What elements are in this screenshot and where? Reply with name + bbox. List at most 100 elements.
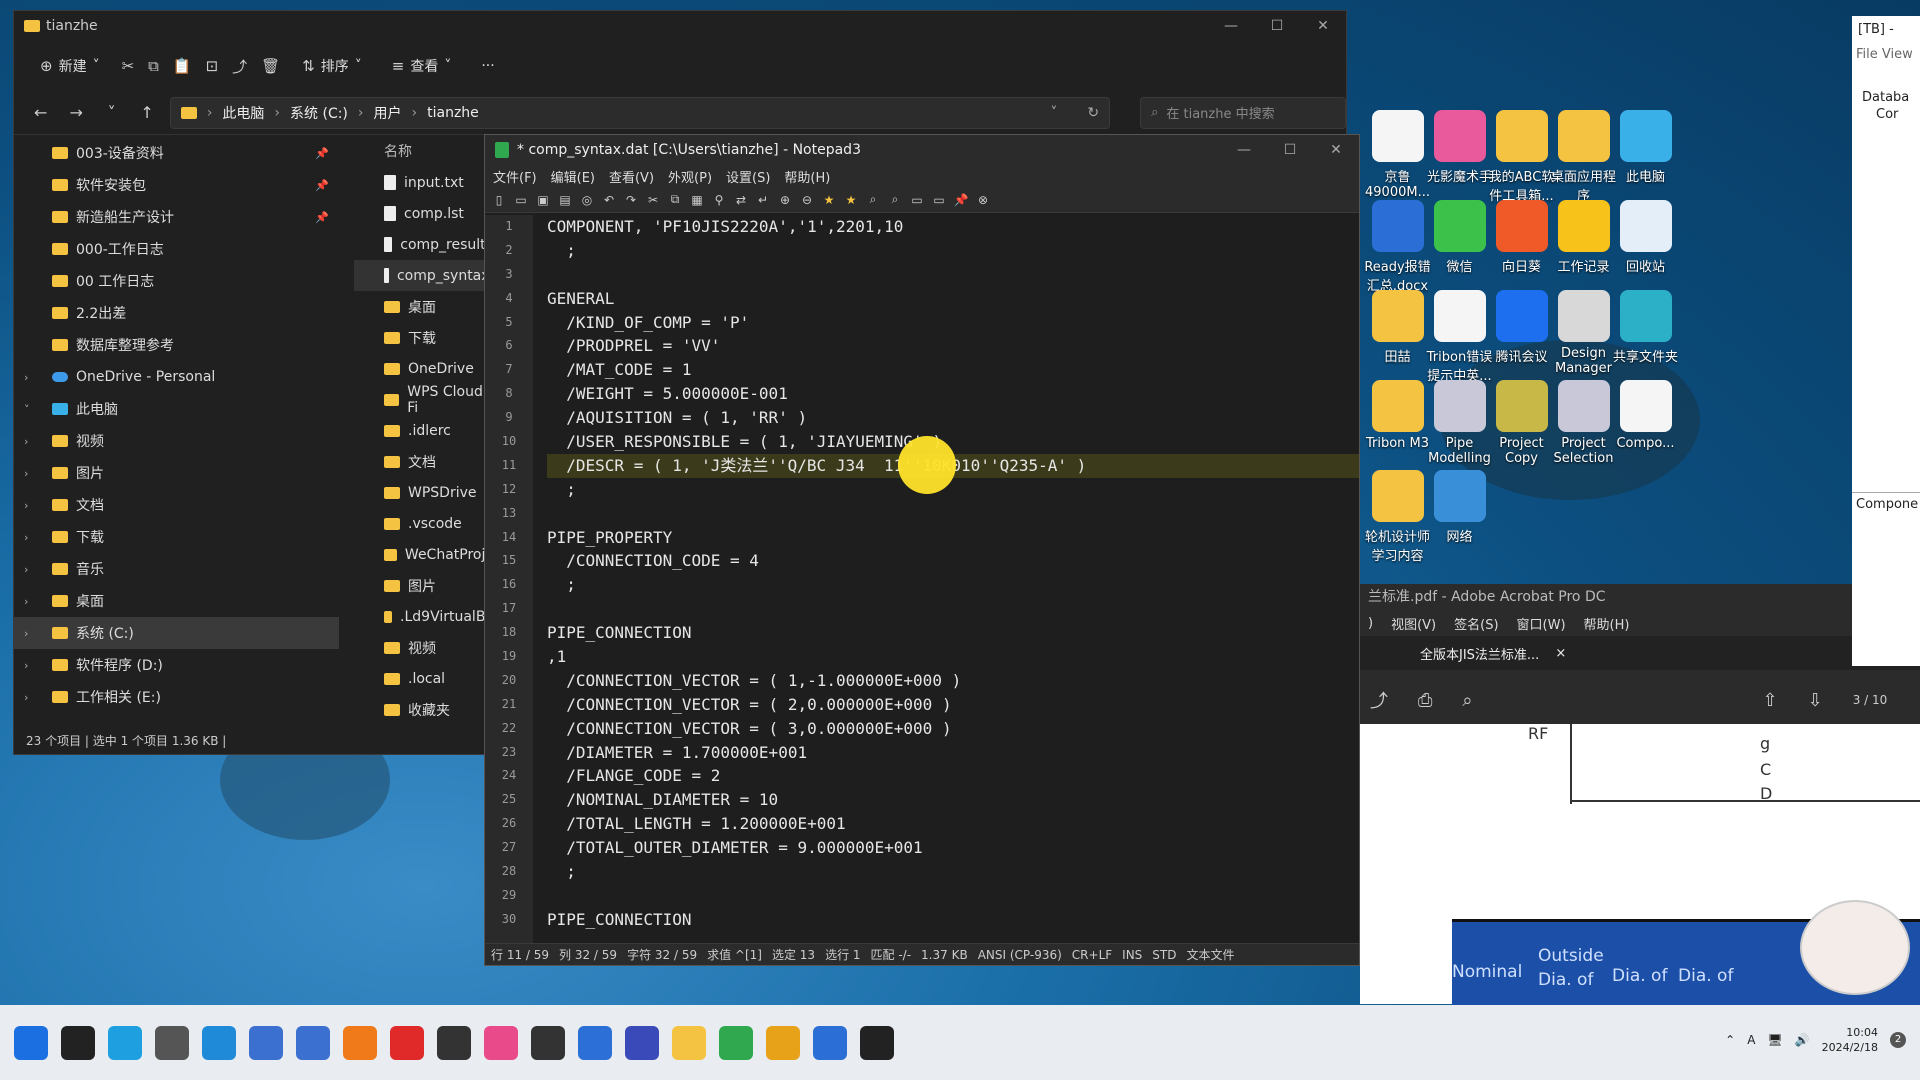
network-icon[interactable]: 🖥 — [1767, 1033, 1782, 1047]
breadcrumb-item[interactable]: 用户 — [374, 103, 402, 123]
refresh-icon[interactable]: ↻ — [1087, 105, 1099, 121]
code-line[interactable]: PIPE_CONNECTION — [547, 908, 1359, 932]
sidebar-item[interactable]: 000-工作日志 — [14, 233, 339, 265]
copy-icon[interactable]: ⧉ — [667, 192, 683, 208]
zoom-in-icon[interactable]: ⊕ — [777, 192, 793, 208]
page-number[interactable]: 3 / 10 — [1853, 693, 1888, 707]
sidebar-item[interactable]: › OneDrive - Personal — [14, 361, 339, 393]
cut-icon[interactable]: ✂ — [645, 192, 661, 208]
code-line[interactable]: /WEIGHT = 5.000000E-001 — [547, 382, 1359, 406]
chevron-right-icon[interactable]: › — [24, 563, 28, 576]
undo-icon[interactable]: ↶ — [601, 192, 617, 208]
maximize-icon[interactable]: ☐ — [1254, 11, 1300, 41]
taskbar-app-icon[interactable] — [719, 1025, 753, 1060]
tribon-tree-item[interactable]: Cor — [1852, 105, 1920, 122]
menu-item[interactable]: 设置(S) — [726, 167, 770, 186]
minimize-icon[interactable]: — — [1221, 135, 1267, 165]
sidebar-item[interactable]: 软件安装包 📌 — [14, 169, 339, 201]
notepad3-window[interactable]: * comp_syntax.dat [C:\Users\tianzhe] - N… — [484, 134, 1360, 966]
minimize-icon[interactable]: — — [1208, 11, 1254, 41]
sidebar-item[interactable]: › 桌面 — [14, 585, 339, 617]
sidebar-item[interactable]: ˅ 此电脑 — [14, 393, 339, 425]
chevron-right-icon[interactable]: › — [24, 531, 28, 544]
list-item[interactable]: 收藏夹 — [354, 694, 494, 725]
code-line[interactable]: /AQUISITION = ( 1, 'RR' ) — [547, 406, 1359, 430]
code-line[interactable]: /TOTAL_LENGTH = 1.200000E+001 — [547, 812, 1359, 836]
menu-item[interactable]: 查看(V) — [609, 167, 654, 186]
list-item[interactable]: WPS Cloud Fi — [354, 384, 494, 416]
menu-item[interactable]: 文件(F) — [493, 167, 537, 186]
code-line[interactable]: /CONNECTION_VECTOR = ( 3,0.000000E+000 ) — [547, 717, 1359, 741]
chevron-right-icon[interactable]: › — [24, 627, 28, 640]
taskbar-app-icon[interactable] — [531, 1025, 565, 1060]
close-icon[interactable]: ⊗ — [975, 192, 991, 208]
code-line[interactable]: PIPE_PROPERTY — [547, 526, 1359, 550]
desktop-icon[interactable]: 此电脑 — [1608, 110, 1683, 185]
taskbar-app-icon[interactable] — [484, 1025, 518, 1060]
list-item[interactable]: .vscode — [354, 508, 494, 539]
sidebar-item[interactable]: 003-设备资料 📌 — [14, 137, 339, 169]
chevron-right-icon[interactable]: › — [24, 595, 28, 608]
cut-icon[interactable]: ✂ — [122, 57, 135, 75]
sidebar-item[interactable]: › 下载 — [14, 521, 339, 553]
column-header-name[interactable]: 名称 — [354, 137, 494, 167]
volume-icon[interactable]: 🔊 — [1795, 1033, 1810, 1047]
ime-indicator[interactable]: A — [1747, 1033, 1755, 1047]
menu-item[interactable]: 帮助(H) — [1584, 614, 1630, 633]
print-icon[interactable]: ⎙ — [1418, 690, 1432, 711]
list-item[interactable]: OneDrive — [354, 353, 494, 384]
desktop-icon[interactable]: 回收站 — [1608, 200, 1683, 275]
code-line[interactable] — [547, 263, 1359, 287]
breadcrumb-item[interactable]: 系统 (C:) — [290, 103, 348, 123]
code-line[interactable]: /PRODPREL = 'VV' — [547, 334, 1359, 358]
chevron-right-icon[interactable]: › — [24, 691, 28, 704]
share-icon[interactable]: ⤴ — [232, 56, 247, 77]
page-up-icon[interactable]: ⇧ — [1763, 690, 1778, 711]
chevron-right-icon[interactable]: › — [24, 659, 28, 672]
list-item[interactable]: 桌面 — [354, 291, 494, 322]
search-icon[interactable]: ⌕ — [865, 192, 881, 208]
star-icon[interactable]: ★ — [821, 192, 837, 208]
rename-icon[interactable]: ⊡ — [206, 57, 219, 75]
taskbar-app-icon[interactable] — [343, 1025, 377, 1060]
star-icon[interactable]: ★ — [843, 192, 859, 208]
code-line[interactable] — [547, 502, 1359, 526]
save-as-icon[interactable]: ▤ — [557, 192, 573, 208]
taskbar-app-icon[interactable] — [155, 1025, 189, 1060]
code-line[interactable]: /CONNECTION_VECTOR = ( 2,0.000000E+000 ) — [547, 693, 1359, 717]
zoom-icon[interactable]: ⌕ — [1462, 690, 1472, 711]
code-line[interactable] — [547, 884, 1359, 908]
menu-item[interactable]: 外观(P) — [668, 167, 712, 186]
breadcrumb-item[interactable]: 此电脑 — [222, 103, 264, 123]
sidebar-item[interactable]: › 系统 (C:) — [14, 617, 339, 649]
code-line[interactable]: /USER_RESPONSIBLE = ( 1, 'JIAYUEMING' ) — [547, 430, 1359, 454]
close-icon[interactable]: ✕ — [1313, 135, 1359, 165]
chevron-up-icon[interactable]: ⌃ — [1725, 1033, 1735, 1047]
taskbar-app-icon[interactable] — [14, 1025, 48, 1060]
code-area[interactable]: COMPONENT, 'PF10JIS2220A','1',2201,10 ; G… — [533, 215, 1359, 943]
menu-item[interactable]: 帮助(H) — [784, 167, 830, 186]
breadcrumb-item[interactable]: tianzhe — [427, 105, 479, 121]
taskbar-app-icon[interactable] — [813, 1025, 847, 1060]
sidebar-item[interactable]: 00 工作日志 — [14, 265, 339, 297]
window-icon[interactable]: ▭ — [931, 192, 947, 208]
sidebar-item[interactable]: › 音乐 — [14, 553, 339, 585]
code-line[interactable]: /MAT_CODE = 1 — [547, 358, 1359, 382]
taskbar-app-icon[interactable] — [437, 1025, 471, 1060]
code-line[interactable]: /NOMINAL_DIAMETER = 10 — [547, 788, 1359, 812]
taskbar-app-icon[interactable] — [108, 1025, 142, 1060]
code-line[interactable]: ; — [547, 573, 1359, 597]
browse-icon[interactable]: ◎ — [579, 192, 595, 208]
find-icon[interactable]: ⚲ — [711, 192, 727, 208]
code-line[interactable]: ; — [547, 860, 1359, 884]
taskbar-app-icon[interactable] — [202, 1025, 236, 1060]
sidebar-item[interactable]: 2.2出差 — [14, 297, 339, 329]
tribon-menu[interactable]: File View — [1852, 43, 1920, 66]
code-line[interactable]: /TOTAL_OUTER_DIAMETER = 9.000000E+001 — [547, 836, 1359, 860]
sidebar-item[interactable]: 数据库整理参考 — [14, 329, 339, 361]
search-input[interactable]: ⌕ 在 tianzhe 中搜索 — [1140, 96, 1346, 129]
desktop-icon[interactable]: 共享文件夹 — [1608, 290, 1683, 365]
copy-icon[interactable]: ⧉ — [148, 57, 159, 75]
sidebar-item[interactable]: › 视频 — [14, 425, 339, 457]
history-icon[interactable]: ˅ — [99, 103, 124, 122]
